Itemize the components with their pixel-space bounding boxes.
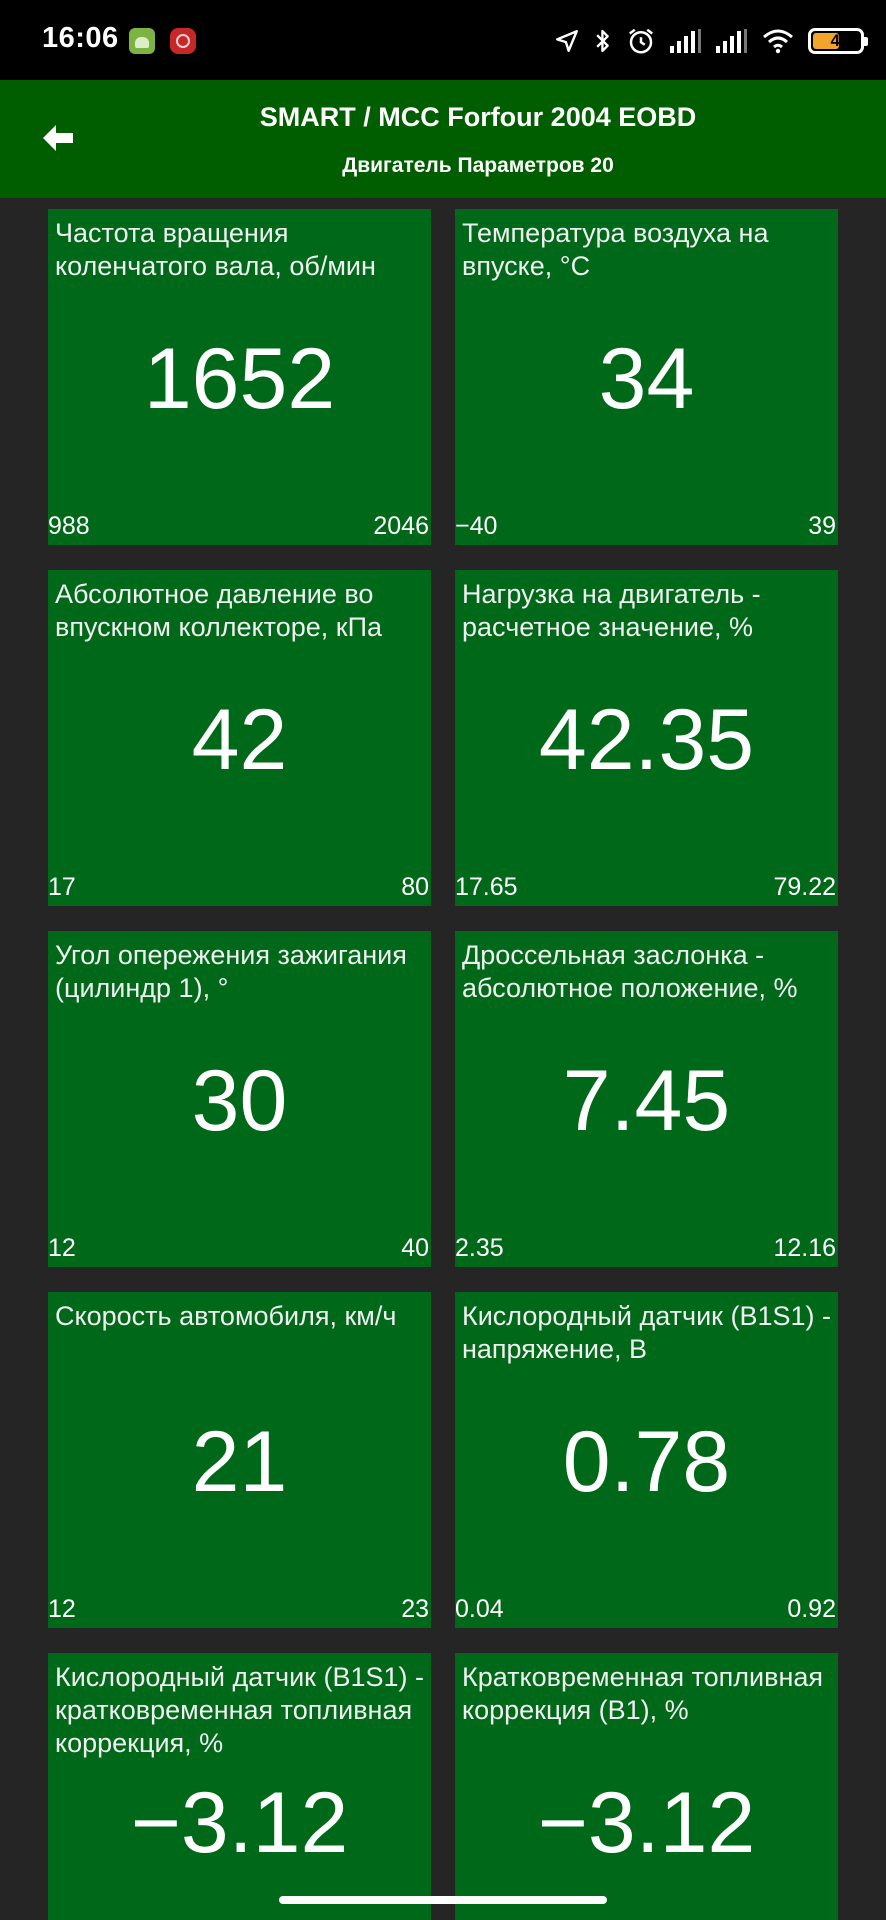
gauge-value: 1652 [143, 331, 336, 427]
gauge-tile[interactable]: Нагрузка на двигатель - расчетное значен… [455, 570, 838, 906]
back-button[interactable] [30, 112, 86, 168]
gauge-value: 30 [191, 1053, 288, 1149]
page-subtitle: Двигатель Параметров 20 [342, 154, 614, 177]
gauge-value: −3.12 [537, 1775, 756, 1871]
location-icon [554, 28, 580, 54]
gauge-value: 34 [598, 331, 695, 427]
gauge-min: 2.35 [455, 1234, 504, 1262]
gauge-value: 42 [191, 692, 288, 788]
gauge-value: −3.12 [130, 1775, 349, 1871]
gauge-tile[interactable]: Кратковременная топливная коррекция (B1)… [455, 1653, 838, 1920]
gauge-max: 39 [808, 512, 836, 540]
gauge-tile[interactable]: Абсолютное давление во впускном коллекто… [48, 570, 431, 906]
system-icons: 49 [554, 24, 868, 58]
gauge-min: 17.65 [455, 873, 518, 901]
gauge-tile[interactable]: Дроссельная заслонка - абсолютное положе… [455, 931, 838, 1267]
gauge-tile[interactable]: Кислородный датчик (B1S1) - кратковремен… [48, 1653, 431, 1920]
page-title: SMART / MCC Forfour 2004 EOBD [259, 102, 697, 132]
gauge-min: 12 [48, 1234, 76, 1262]
gauge-max: 2046 [373, 512, 429, 540]
app-notification-icon [170, 28, 196, 54]
android-notification-icon [129, 28, 155, 54]
battery-icon: 49 [808, 28, 868, 54]
gauge-label: Кислородный датчик (B1S1) - напряжение, … [462, 1301, 832, 1364]
gauge-value: 42.35 [538, 692, 755, 788]
battery-level: 49 [830, 31, 850, 50]
gauge-label: Кратковременная топливная коррекция (B1)… [462, 1662, 824, 1725]
gauge-min: −40 [455, 512, 498, 540]
gauge-value: 0.78 [562, 1414, 731, 1510]
gauge-max: 80 [401, 873, 429, 901]
gauge-min: 17 [48, 873, 76, 901]
signal-icon [670, 29, 702, 53]
gauge-value: 21 [191, 1414, 288, 1510]
gauge-tile[interactable]: Кислородный датчик (B1S1) - напряжение, … [455, 1292, 838, 1628]
status-bar: 16:06 49 [0, 0, 886, 80]
status-time: 16:06 [42, 22, 119, 54]
gauge-min: 0.04 [455, 1595, 504, 1623]
wifi-icon [762, 28, 794, 54]
gauge-tile[interactable]: Температура воздуха на впуске, °C 34 −40… [455, 209, 838, 545]
gauge-grid: Частота вращения коленчатого вала, об/ми… [48, 209, 840, 1920]
gauge-max: 40 [401, 1234, 429, 1262]
gauge-label: Угол опережения зажигания (цилиндр 1), ° [55, 940, 407, 1003]
gauge-label: Кислородный датчик (B1S1) - кратковремен… [55, 1662, 425, 1758]
gauge-label: Нагрузка на двигатель - расчетное значен… [462, 579, 761, 642]
gauge-tile[interactable]: Частота вращения коленчатого вала, об/ми… [48, 209, 431, 545]
gauge-value: 7.45 [562, 1053, 731, 1149]
gauge-label: Частота вращения коленчатого вала, об/ми… [55, 218, 376, 281]
gauge-label: Температура воздуха на впуске, °C [462, 218, 769, 281]
gauge-label: Скорость автомобиля, км/ч [55, 1301, 397, 1331]
gauge-label: Дроссельная заслонка - абсолютное положе… [462, 940, 798, 1003]
gauge-min: 988 [48, 512, 90, 540]
signal-icon [716, 29, 748, 53]
gauge-tile[interactable]: Угол опережения зажигания (цилиндр 1), °… [48, 931, 431, 1267]
home-indicator[interactable] [279, 1896, 607, 1904]
back-arrow-icon [41, 123, 75, 158]
gauge-min: 12 [48, 1595, 76, 1623]
gauge-label: Абсолютное давление во впускном коллекто… [55, 579, 382, 642]
gauge-max: 79.22 [773, 873, 836, 901]
gauge-max: 0.92 [787, 1595, 836, 1623]
bluetooth-icon [594, 27, 612, 55]
gauge-max: 23 [401, 1595, 429, 1623]
app-header: SMART / MCC Forfour 2004 EOBD Двигатель … [0, 80, 886, 198]
alarm-icon [626, 26, 656, 56]
gauge-max: 12.16 [773, 1234, 836, 1262]
gauge-grid-area[interactable]: Частота вращения коленчатого вала, об/ми… [0, 198, 886, 1920]
gauge-tile[interactable]: Скорость автомобиля, км/ч 21 12 23 [48, 1292, 431, 1628]
